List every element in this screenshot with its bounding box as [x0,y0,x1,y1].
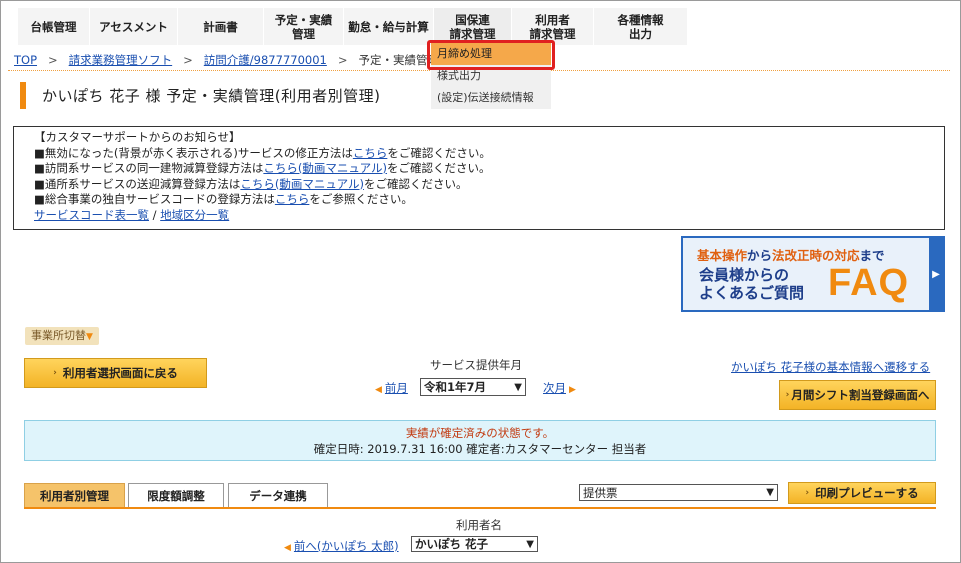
prev-month-link[interactable]: 前月 [385,381,408,395]
support-notice: 【カスタマーサポートからのお知らせ】 ■無効になった(背景が赤く表示される)サー… [13,126,945,230]
title-accent-bar [20,82,26,109]
prev-month[interactable]: ◀ 前月 [375,380,408,396]
notice-line: ■訪問系サービスの同一建物減算登録方法はこちら(動画マニュアル)をご確認ください… [34,161,491,175]
notice-line: ■無効になった(背景が赤く表示される)サービスの修正方法はこちらをご確認ください… [34,145,491,160]
notice-link[interactable]: こちら [275,192,310,206]
next-month-link[interactable]: 次月 [543,381,566,395]
main-nav: 台帳管理 アセスメント 計画書 予定・実績 管理 勤怠・給与計算 国保連 請求管… [18,8,688,45]
highlight-outline [427,40,555,70]
prev-user-link[interactable]: 前へ(かいぽち 太郎) [294,539,399,553]
chevron-down-icon: ▼ [766,487,774,498]
tab-user-management[interactable]: 利用者別管理 [24,483,125,508]
status-detail: 確定日時: 2019.7.31 16:00 確定者:カスタマーセンター 担当者 [313,442,647,456]
next-month[interactable]: 次月 ▶ [543,380,576,396]
nav-schedule[interactable]: 予定・実績 管理 [264,8,344,45]
print-type-select[interactable]: 提供票 ▼ [579,484,778,501]
nav-assessment[interactable]: アセスメント [90,8,178,45]
office-switch-button[interactable]: 事業所切替▼ [25,327,99,345]
faq-logo-text: FAQ [828,262,910,304]
basic-info-link[interactable]: かいぽち 花子様の基本情報へ遷移する [731,359,930,375]
notice-video-link[interactable]: こちら(動画マニュアル) [263,161,387,175]
region-list-link[interactable]: 地域区分一覧 [160,208,229,222]
notice-link[interactable]: こちら [353,146,388,160]
triangle-right-icon: ▶ [569,385,576,395]
notice-line: サービスコード表一覧 / 地域区分一覧 [34,208,924,224]
tab-limit-adjustment[interactable]: 限度額調整 [128,483,224,508]
back-to-user-select-button[interactable]: › 利用者選択画面に戻る [24,358,207,388]
user-select[interactable]: かいぽち 花子 ▼ [411,536,538,552]
chevron-down-icon: ▼ [526,538,534,550]
faq-banner[interactable]: 基本操作から法改正時の対応まで 会員様からの よくあるご質問 FAQ ▶ [681,236,945,312]
status-box: 実績が確定済みの状態です。 確定日時: 2019.7.31 16:00 確定者:… [24,420,936,461]
tab-data-link[interactable]: データ連携 [228,483,328,508]
faq-banner-text: 会員様からの よくあるご質問 [699,266,805,302]
menu-item-transmission-settings[interactable]: (設定)伝送接続情報 [431,87,551,109]
notice-heading: 【カスタマーサポートからのお知らせ】 [34,130,241,144]
period-label: サービス提供年月 [430,358,522,372]
chevron-down-icon: ▼ [514,381,522,393]
notice-video-link[interactable]: こちら(動画マニュアル) [240,177,364,191]
breadcrumb-software-link[interactable]: 請求業務管理ソフト [69,53,173,67]
chevron-right-icon: › [53,368,57,378]
triangle-left-icon: ◀ [375,385,382,395]
print-preview-button[interactable]: › 印刷プレビューする [788,482,936,504]
chevron-right-icon: › [805,488,810,498]
nav-plan[interactable]: 計画書 [178,8,264,45]
breadcrumb-service-link[interactable]: 訪問介護/9877770001 [204,53,327,67]
chevron-down-icon: ▼ [86,332,93,342]
month-select[interactable]: 令和1年7月 ▼ [420,378,526,396]
chevron-right-icon: ▶ [929,238,943,310]
nav-output[interactable]: 各種情報 出力 [594,8,688,45]
nav-attendance[interactable]: 勤怠・給与計算 [344,8,434,45]
monthly-shift-button[interactable]: › 月間シフト割当登録画面へ [779,380,936,410]
chevron-right-icon: › [785,390,790,400]
tab-underline [24,507,936,509]
notice-line: ■通所系サービスの送迎減算登録方法はこちら(動画マニュアル)をご確認ください。 [34,176,468,191]
user-name-label: 利用者名 [456,518,502,532]
status-message: 実績が確定済みの状態です。 [405,426,555,440]
prev-user[interactable]: ◀ 前へ(かいぽち 太郎) [284,538,399,554]
nav-ledger[interactable]: 台帳管理 [18,8,90,45]
link-separator: / [152,207,157,222]
triangle-left-icon: ◀ [284,543,291,553]
service-code-list-link[interactable]: サービスコード表一覧 [34,208,149,222]
notice-line: ■総合事業の独自サービスコードの登録方法はこちらをご参照ください。 [34,192,413,206]
page-title: かいぽち 花子 様 予定・実績管理(利用者別管理) [42,87,381,105]
breadcrumb: TOP > 請求業務管理ソフト > 訪問介護/9877770001 > 予定・実績管理 [14,53,439,67]
breadcrumb-top-link[interactable]: TOP [14,53,37,67]
